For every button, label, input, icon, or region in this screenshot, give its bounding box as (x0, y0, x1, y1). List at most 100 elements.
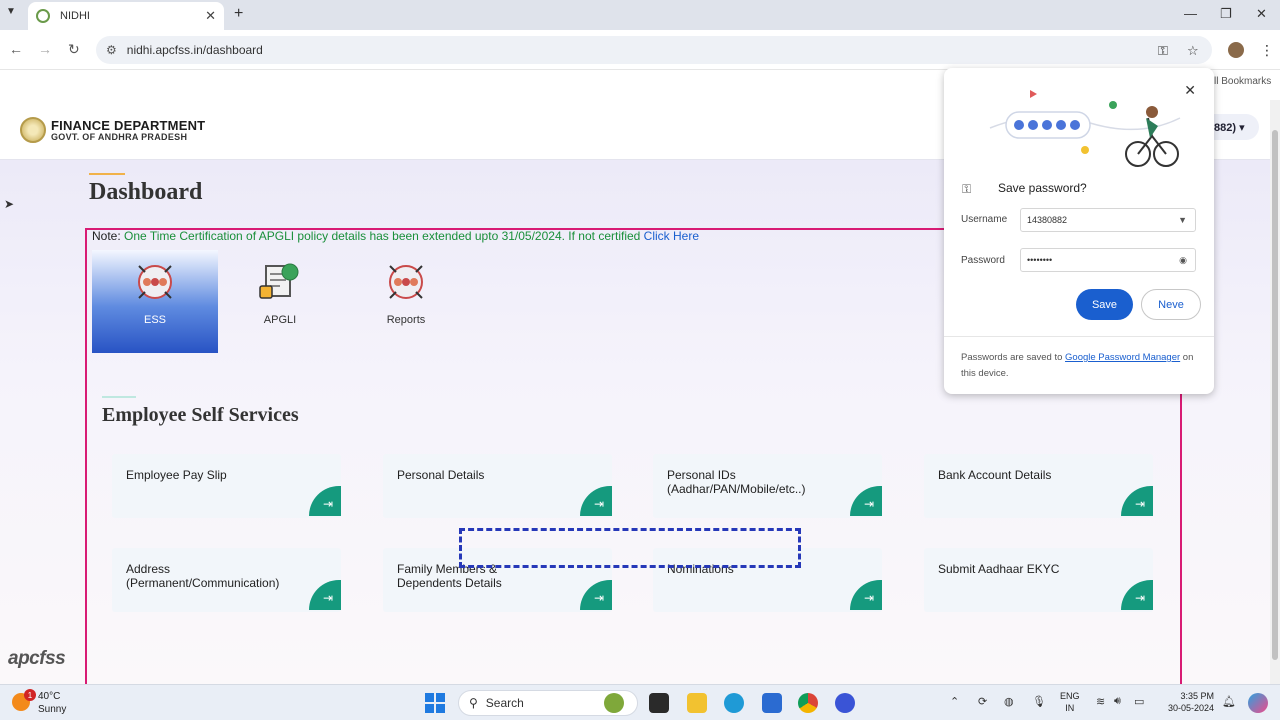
copilot-icon[interactable] (1248, 693, 1268, 713)
people-network-icon (389, 265, 423, 299)
clock-date: 30-05-2024 (1167, 703, 1214, 713)
card-address[interactable]: Address (Permanent/Communication) ⇥ (112, 548, 341, 612)
arrow-right-icon[interactable]: ⇥ (1121, 580, 1153, 610)
apcfss-logo: apcfss (8, 648, 66, 669)
sync-icon[interactable]: ⟳ (978, 695, 987, 708)
windows-start-icon[interactable] (425, 693, 445, 713)
mouse-cursor-icon: ➤ (4, 197, 15, 211)
footer-text: Passwords are saved to (961, 352, 1066, 363)
arrow-right-icon[interactable]: ⇥ (580, 580, 612, 610)
card-submit-aadhaar-ekyc[interactable]: Submit Aadhaar EKYC ⇥ (924, 548, 1153, 612)
menu-icon[interactable]: ⋮ (1260, 42, 1274, 59)
weather-description[interactable]: Sunny (38, 704, 66, 715)
restore-icon[interactable]: ❐ (1220, 6, 1232, 22)
system-clock[interactable]: 3:35 PM 30-05-2024 (1160, 690, 1214, 714)
section-title: Employee Self Services (102, 404, 299, 426)
card-personal-ids[interactable]: Personal IDs (Aadhar/PAN/Mobile/etc..) ⇥ (653, 454, 882, 518)
card-employee-pay-slip[interactable]: Employee Pay Slip ⇥ (112, 454, 341, 518)
module-apgli[interactable]: APGLI (217, 250, 343, 353)
minimize-icon[interactable]: — (1184, 6, 1197, 21)
network-globe-icon[interactable]: ◍ (1004, 695, 1014, 708)
card-label: Address (Permanent/Communication) (126, 562, 280, 590)
org-subtitle: GOVT. OF ANDHRA PRADESH (51, 132, 188, 142)
battery-icon[interactable]: ▭ (1134, 695, 1144, 708)
scrollbar-thumb[interactable] (1272, 130, 1278, 660)
reload-icon[interactable]: ↻ (68, 41, 80, 58)
page-title: Dashboard (89, 179, 203, 205)
zoom-app-icon[interactable] (835, 693, 855, 713)
card-label: Employee Pay Slip (126, 468, 227, 482)
save-button[interactable]: Save (1076, 289, 1133, 320)
url-text[interactable]: nidhi.apcfss.in/dashboard (127, 43, 1212, 57)
chevron-up-icon[interactable]: ⌃ (950, 695, 959, 708)
note-label: Note: (92, 229, 125, 243)
address-bar[interactable]: ⚙ nidhi.apcfss.in/dashboard (96, 36, 1212, 64)
search-label: Search (485, 696, 524, 710)
chrome-browser-icon[interactable] (798, 693, 818, 713)
save-password-dialog: ✕ ⚿ Save password? Username 14380882 ▼ P… (944, 68, 1214, 394)
card-nominations[interactable]: Nominations ⇥ (653, 548, 882, 612)
search-icon: ⚲ (469, 696, 478, 710)
card-label: Bank Account Details (938, 468, 1052, 482)
org-name: FINANCE DEPARTMENT (51, 118, 206, 133)
section-accent-bar (102, 396, 136, 398)
chevron-down-icon[interactable]: ▼ (1178, 215, 1187, 225)
site-settings-icon[interactable]: ⚙ (106, 43, 117, 57)
title-accent-bar (89, 173, 125, 175)
arrow-right-icon[interactable]: ⇥ (309, 486, 341, 516)
module-label: Reports (386, 314, 426, 326)
volume-icon[interactable]: 🔊︎ (1114, 695, 1121, 708)
edge-browser-icon[interactable] (724, 693, 744, 713)
card-personal-details[interactable]: Personal Details ⇥ (383, 454, 612, 518)
file-explorer-icon[interactable] (687, 693, 707, 713)
card-label: Family Members & Dependents Details (397, 562, 502, 590)
lang-line1: ENG (1060, 691, 1080, 701)
back-icon[interactable]: ← (9, 41, 23, 57)
chevron-down-icon[interactable]: ▼ (6, 6, 16, 17)
password-field[interactable]: •••••••• ◉ (1020, 248, 1196, 272)
window-close-icon[interactable]: ✕ (1256, 6, 1267, 22)
key-icon: ⚿ (962, 182, 972, 196)
password-manager-link[interactable]: Google Password Manager (1065, 352, 1180, 363)
clock-time: 3:35 PM (1180, 691, 1214, 701)
secure-document-icon (259, 263, 299, 299)
store-app-icon[interactable] (762, 693, 782, 713)
card-family-members[interactable]: Family Members & Dependents Details ⇥ (383, 548, 612, 612)
module-label: APGLI (263, 314, 297, 326)
notification-bell-icon[interactable]: 🔔︎ (1222, 695, 1236, 708)
password-label: Password (961, 255, 1005, 266)
card-label: Personal IDs (Aadhar/PAN/Mobile/etc..) (667, 468, 806, 496)
arrow-right-icon[interactable]: ⇥ (850, 580, 882, 610)
module-ess[interactable]: ESS (92, 250, 218, 353)
password-value: •••••••• (1027, 255, 1053, 265)
page-scrollbar[interactable] (1270, 100, 1280, 684)
bookmark-star-icon[interactable]: ☆ (1187, 43, 1199, 59)
click-here-link[interactable]: Click Here (644, 229, 699, 243)
microphone-icon[interactable]: 🎙︎ (1032, 695, 1046, 708)
username-label: Username (961, 214, 1008, 225)
all-bookmarks-link[interactable]: ll Bookmarks (1214, 76, 1271, 87)
arrow-right-icon[interactable]: ⇥ (1121, 486, 1153, 516)
arrow-right-icon[interactable]: ⇥ (850, 486, 882, 516)
note-text: One Time Certification of APGLI policy d… (124, 229, 644, 243)
wifi-icon[interactable]: ≋ (1096, 695, 1105, 708)
browser-tab[interactable]: NIDHI ✕ (28, 2, 224, 30)
password-key-icon[interactable]: ⚿ (1158, 43, 1168, 59)
language-indicator[interactable]: ENG IN (1060, 690, 1080, 714)
browser-toolbar: ← → ↻ ⚙ nidhi.apcfss.in/dashboard (0, 30, 1280, 70)
username-select[interactable]: 14380882 ▼ (1020, 208, 1196, 232)
terminal-app-icon[interactable] (649, 693, 669, 713)
profile-icon[interactable] (1228, 42, 1244, 58)
copilot-app-icon[interactable] (604, 693, 624, 713)
weather-temperature[interactable]: 40°C (38, 691, 60, 702)
eye-icon[interactable]: ◉ (1179, 255, 1187, 266)
never-button[interactable]: Neve (1141, 289, 1201, 320)
module-reports[interactable]: Reports (343, 250, 469, 353)
arrow-right-icon[interactable]: ⇥ (580, 486, 612, 516)
forward-icon[interactable]: → (38, 41, 52, 57)
windows-taskbar: 1 40°C Sunny ⚲ Search ⌃ ⟳ ◍ 🎙︎ ENG IN ≋ … (0, 684, 1280, 720)
dialog-title: Save password? (998, 181, 1087, 195)
tab-close-icon[interactable]: ✕ (205, 8, 216, 24)
new-tab-button[interactable]: + (234, 5, 243, 23)
card-bank-account-details[interactable]: Bank Account Details ⇥ (924, 454, 1153, 518)
